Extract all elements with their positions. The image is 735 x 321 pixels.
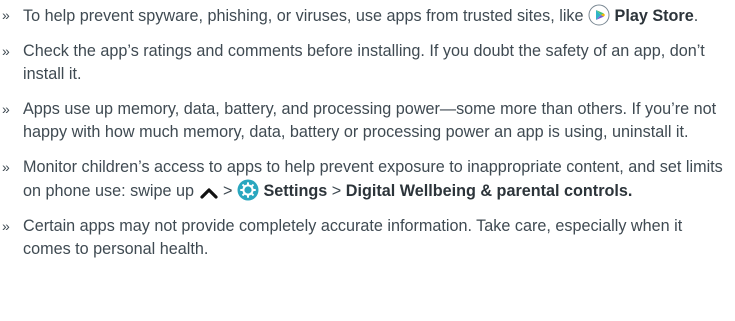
bold-term: Settings [263, 182, 328, 200]
bold-term: Digital Wellbeing & parental controls. [345, 182, 633, 200]
item-text: Certain apps may not provide completely … [23, 217, 683, 258]
bullet-marker: » [2, 218, 10, 234]
bullet-marker: » [2, 101, 10, 117]
item-text: . [693, 7, 699, 25]
item-text: > [327, 182, 346, 200]
play-store-icon [588, 4, 610, 26]
list-item: » Monitor children’s access to apps to he… [2, 156, 730, 203]
chevron-up-icon [199, 185, 219, 201]
list-item: » To help prevent spyware, phishing, or v… [2, 4, 730, 28]
bullet-marker: » [2, 159, 10, 175]
bullet-marker: » [2, 7, 10, 23]
tips-list: » To help prevent spyware, phishing, or v… [2, 4, 730, 273]
item-text: Check the app’s ratings and comments bef… [23, 42, 705, 83]
bullet-marker: » [2, 43, 10, 59]
list-item: » Certain apps may not provide completely… [2, 215, 730, 261]
list-item: » Apps use up memory, data, battery, and … [2, 98, 730, 144]
item-text: To help prevent spyware, phishing, or vi… [23, 7, 589, 25]
item-text: > [218, 182, 237, 200]
settings-gear-icon [237, 179, 259, 201]
list-item: » Check the app’s ratings and comments be… [2, 40, 730, 86]
bold-term: Play Store [614, 7, 694, 25]
item-text: Apps use up memory, data, battery, and p… [23, 100, 717, 141]
